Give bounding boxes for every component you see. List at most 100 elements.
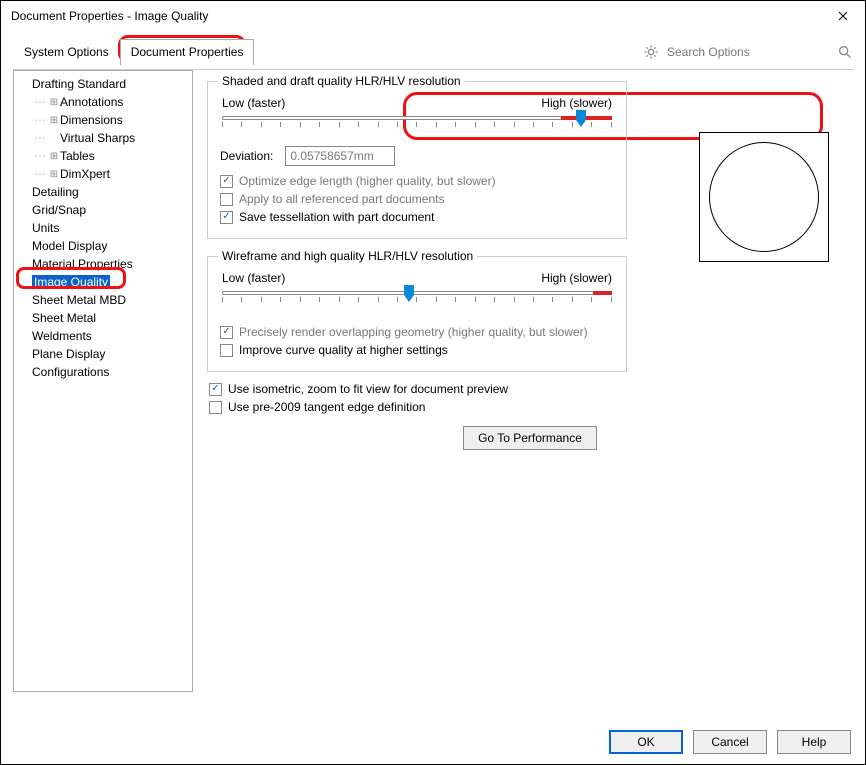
tree-item-tables[interactable]: ⋯⊞Tables (14, 147, 192, 165)
search-icon (837, 44, 853, 60)
opt-curve-quality-label: Improve curve quality at higher settings (239, 343, 448, 357)
expand-icon[interactable]: ⊞ (48, 97, 60, 108)
tree-item-label: Units (32, 221, 59, 235)
slider2-high-label: High (slower) (541, 271, 612, 285)
slider1-high-label: High (slower) (541, 96, 612, 110)
checkbox-icon (220, 326, 233, 339)
checkbox-icon (220, 193, 233, 206)
tree-item-material-properties[interactable]: Material Properties (14, 255, 192, 273)
opt-render-overlap: Precisely render overlapping geometry (h… (220, 325, 616, 339)
tree-item-label: Model Display (32, 239, 107, 253)
tree-item-label: Annotations (60, 95, 123, 109)
gear-icon (643, 44, 659, 60)
close-button[interactable] (820, 1, 865, 31)
opt-edge-length-label: Optimize edge length (higher quality, bu… (239, 174, 496, 188)
slider1-labels: Low (faster) High (slower) (218, 94, 616, 110)
expand-icon[interactable]: ⊞ (48, 115, 60, 126)
section1-legend: Shaded and draft quality HLR/HLV resolut… (218, 74, 465, 88)
preview-circle-icon (709, 142, 819, 252)
footer-buttons: OK Cancel Help (609, 730, 851, 754)
checkbox-icon (220, 175, 233, 188)
tree-item-grid-snap[interactable]: Grid/Snap (14, 201, 192, 219)
tree-item-label: Grid/Snap (32, 203, 86, 217)
slider2-redzone (593, 291, 613, 295)
tree-item-drafting-standard[interactable]: Drafting Standard (14, 75, 192, 93)
help-button[interactable]: Help (777, 730, 851, 754)
opt-save-tess-label: Save tessellation with part document (239, 210, 434, 224)
slider2-labels: Low (faster) High (slower) (218, 269, 616, 285)
expand-icon[interactable]: ⊞ (48, 151, 60, 162)
expand-icon[interactable]: ⊞ (48, 169, 60, 180)
opt-curve-quality[interactable]: Improve curve quality at higher settings (220, 343, 616, 357)
goto-performance-button[interactable]: Go To Performance (463, 426, 597, 450)
category-tree[interactable]: Drafting Standard⋯⊞Annotations⋯⊞Dimensio… (13, 70, 193, 692)
tree-item-label: Virtual Sharps (60, 131, 135, 145)
opt-save-tess[interactable]: Save tessellation with part document (220, 210, 616, 224)
section-shaded-quality: Shaded and draft quality HLR/HLV resolut… (207, 74, 627, 239)
opt-edge-length: Optimize edge length (higher quality, bu… (220, 174, 616, 188)
tabs: System Options Document Properties (13, 39, 254, 65)
opt-render-overlap-label: Precisely render overlapping geometry (h… (239, 325, 588, 339)
search-input[interactable] (665, 44, 831, 60)
title-bar: Document Properties - Image Quality (1, 1, 865, 31)
opt-isometric[interactable]: Use isometric, zoom to fit view for docu… (209, 382, 853, 396)
tree-item-image-quality[interactable]: Image Quality (14, 273, 192, 291)
deviation-label: Deviation: (220, 149, 273, 163)
checkbox-icon[interactable] (220, 211, 233, 224)
cancel-button[interactable]: Cancel (693, 730, 767, 754)
tree-item-label: Tables (60, 149, 95, 163)
dialog-window: Document Properties - Image Quality Syst… (0, 0, 866, 765)
slider1-low-label: Low (faster) (222, 96, 285, 110)
checkbox-icon[interactable] (209, 401, 222, 414)
tree-item-label: Dimensions (60, 113, 123, 127)
tree-item-units[interactable]: Units (14, 219, 192, 237)
checkbox-icon[interactable] (209, 383, 222, 396)
ok-button[interactable]: OK (609, 730, 683, 754)
opt-pre2009[interactable]: Use pre-2009 tangent edge definition (209, 400, 853, 414)
tree-item-model-display[interactable]: Model Display (14, 237, 192, 255)
tree-item-annotations[interactable]: ⋯⊞Annotations (14, 93, 192, 111)
top-row: System Options Document Properties (1, 31, 865, 65)
tree-item-plane-display[interactable]: Plane Display (14, 345, 192, 363)
checkbox-icon[interactable] (220, 344, 233, 357)
goto-row: Go To Performance (207, 420, 853, 450)
close-icon (838, 11, 848, 21)
main-panel: Shaded and draft quality HLR/HLV resolut… (193, 70, 853, 692)
tree-item-detailing[interactable]: Detailing (14, 183, 192, 201)
slider1-ticks (222, 122, 612, 130)
tree-item-label: Sheet Metal (32, 311, 96, 325)
slider2[interactable] (222, 285, 612, 307)
tree-item-label: DimXpert (60, 167, 110, 181)
tree-item-label: Weldments (32, 329, 92, 343)
tree-item-sheet-metal-mbd[interactable]: Sheet Metal MBD (14, 291, 192, 309)
tree-item-label: Plane Display (32, 347, 105, 361)
tab-document-properties[interactable]: Document Properties (120, 39, 255, 65)
section2-legend: Wireframe and high quality HLR/HLV resol… (218, 249, 477, 263)
slider2-low-label: Low (faster) (222, 271, 285, 285)
tree-item-configurations[interactable]: Configurations (14, 363, 192, 381)
body: Drafting Standard⋯⊞Annotations⋯⊞Dimensio… (1, 70, 865, 700)
search-box[interactable] (643, 40, 853, 64)
tree-item-label: Sheet Metal MBD (32, 293, 126, 307)
tree-item-virtual-sharps[interactable]: ⋯Virtual Sharps (14, 129, 192, 147)
opt-pre2009-label: Use pre-2009 tangent edge definition (228, 400, 425, 414)
tree-item-label: Configurations (32, 365, 109, 379)
tree-item-label: Image Quality (32, 275, 110, 289)
deviation-row: Deviation: (220, 146, 616, 166)
slider2-track (222, 291, 612, 295)
tree-item-dimxpert[interactable]: ⋯⊞DimXpert (14, 165, 192, 183)
slider2-thumb[interactable] (402, 285, 416, 303)
opt-apply-all: Apply to all referenced part documents (220, 192, 616, 206)
tree-item-sheet-metal[interactable]: Sheet Metal (14, 309, 192, 327)
tree-item-dimensions[interactable]: ⋯⊞Dimensions (14, 111, 192, 129)
deviation-input[interactable] (285, 146, 395, 166)
tree-item-weldments[interactable]: Weldments (14, 327, 192, 345)
tree-item-label: Material Properties (32, 257, 133, 271)
slider1-track (222, 116, 612, 120)
slider1[interactable] (222, 110, 612, 132)
slider1-thumb[interactable] (574, 110, 588, 128)
tree-item-label: Detailing (32, 185, 79, 199)
opt-apply-all-label: Apply to all referenced part documents (239, 192, 444, 206)
preview-box (699, 132, 829, 262)
tab-system-options[interactable]: System Options (13, 39, 120, 65)
